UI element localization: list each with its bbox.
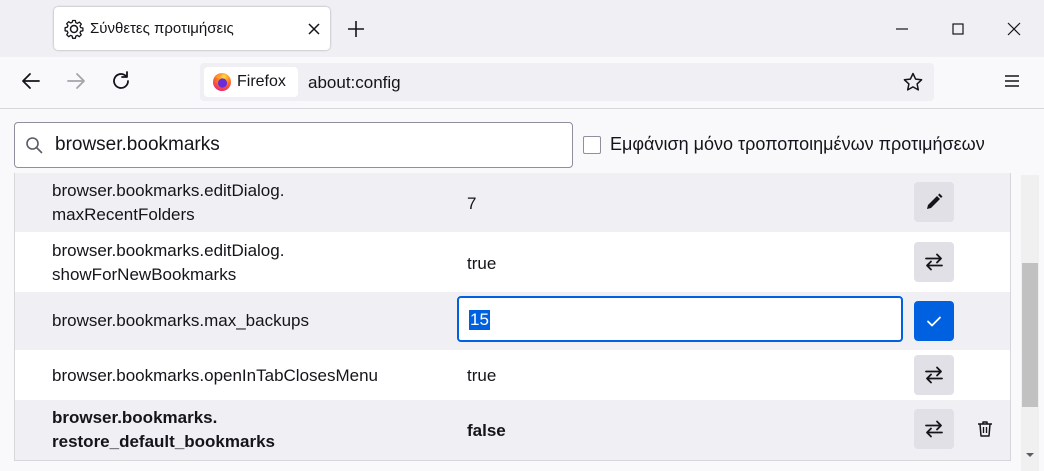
toggle-icon bbox=[925, 366, 943, 384]
toggle-button[interactable] bbox=[914, 242, 954, 282]
pref-name: browser.bookmarks.editDialog. maxRecentF… bbox=[52, 179, 284, 227]
firefox-logo-icon bbox=[213, 73, 231, 91]
hamburger-menu-icon[interactable] bbox=[1001, 70, 1023, 92]
toggle-icon bbox=[925, 420, 943, 438]
toggle-icon bbox=[925, 253, 943, 271]
table-row: browser.bookmarks.openInTabClosesMenu tr… bbox=[15, 350, 1010, 400]
pref-name-line: restore_default_bookmarks bbox=[52, 432, 275, 451]
maximize-icon[interactable] bbox=[947, 18, 969, 40]
pref-value-input[interactable]: 15 bbox=[457, 296, 903, 342]
table-row: browser.bookmarks.editDialog. showForNew… bbox=[15, 232, 1010, 292]
pref-name-line: browser.bookmarks.editDialog. bbox=[52, 181, 285, 200]
bookmark-star-icon[interactable] bbox=[902, 71, 924, 93]
pref-name-line: browser.bookmarks.editDialog. bbox=[52, 241, 285, 260]
pref-value: 7 bbox=[467, 194, 477, 213]
identity-label: Firefox bbox=[237, 73, 286, 90]
preferences-table: browser.bookmarks.editDialog. maxRecentF… bbox=[14, 173, 1011, 461]
pref-name-line: maxRecentFolders bbox=[52, 205, 195, 224]
search-input[interactable] bbox=[55, 123, 555, 167]
forward-icon[interactable] bbox=[64, 69, 88, 93]
pref-name-line: showForNewBookmarks bbox=[52, 265, 237, 284]
table-row: browser.bookmarks.editDialog. maxRecentF… bbox=[15, 173, 1010, 232]
tab-advanced-preferences[interactable]: Σύνθετες προτιμήσεις bbox=[54, 7, 330, 50]
back-icon[interactable] bbox=[19, 69, 43, 93]
toggle-button[interactable] bbox=[914, 409, 954, 449]
tab-title: Σύνθετες προτιμήσεις bbox=[90, 20, 234, 37]
pref-value: false bbox=[467, 421, 506, 440]
table-row: browser.bookmarks.max_backups 15 bbox=[15, 292, 1010, 350]
save-button[interactable] bbox=[914, 301, 954, 341]
scroll-down-arrow-icon[interactable] bbox=[1025, 450, 1035, 460]
close-window-icon[interactable] bbox=[1003, 18, 1025, 40]
reload-icon[interactable] bbox=[109, 69, 133, 93]
edit-icon bbox=[927, 193, 943, 209]
pref-name: browser.bookmarks. restore_default_bookm… bbox=[52, 406, 275, 454]
scrollbar-thumb[interactable] bbox=[1022, 263, 1038, 407]
edit-button[interactable] bbox=[914, 182, 954, 222]
trash-icon[interactable] bbox=[975, 419, 995, 439]
save-check-icon bbox=[927, 316, 941, 327]
gear-icon bbox=[64, 19, 84, 39]
new-tab-icon[interactable] bbox=[346, 19, 366, 39]
pref-name: browser.bookmarks.editDialog. showForNew… bbox=[52, 239, 284, 287]
url-text[interactable]: about:config bbox=[308, 73, 401, 93]
pref-value-selected-text: 15 bbox=[469, 310, 490, 330]
toggle-button[interactable] bbox=[914, 355, 954, 395]
identity-box[interactable]: Firefox bbox=[204, 67, 298, 97]
minimize-icon[interactable] bbox=[891, 18, 913, 40]
pref-name-line: browser.bookmarks. bbox=[52, 408, 218, 427]
pref-name: browser.bookmarks.openInTabClosesMenu bbox=[52, 366, 379, 385]
about-config-page: Εμφάνιση μόνο τροποποιημένων προτιμήσεων… bbox=[0, 109, 1044, 471]
pref-value: true bbox=[467, 254, 497, 273]
search-box[interactable] bbox=[14, 122, 573, 168]
close-tab-icon[interactable] bbox=[306, 21, 322, 37]
navigation-bar: Firefox about:config bbox=[0, 57, 1044, 109]
search-icon bbox=[26, 137, 43, 154]
pref-value: true bbox=[467, 366, 497, 385]
table-row: browser.bookmarks. restore_default_bookm… bbox=[15, 400, 1010, 460]
modified-only-label: Εμφάνιση μόνο τροποποιημένων προτιμήσεων bbox=[610, 134, 985, 154]
url-bar[interactable]: Firefox about:config bbox=[200, 63, 934, 101]
title-bar: Σύνθετες προτιμήσεις bbox=[0, 0, 1044, 57]
pref-name: browser.bookmarks.max_backups bbox=[52, 311, 310, 330]
modified-only-checkbox[interactable] bbox=[583, 136, 601, 154]
